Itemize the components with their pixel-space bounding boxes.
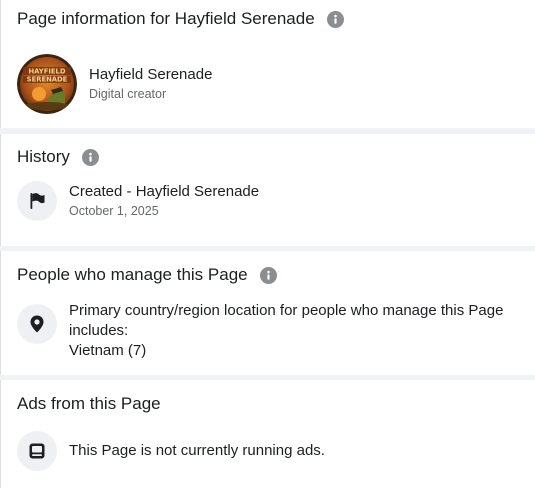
history-item-text: Created - Hayfield Serenade October 1, 2… bbox=[69, 182, 259, 220]
ads-status-item: This Page is not currently running ads. bbox=[17, 431, 325, 471]
page-category: Digital creator bbox=[89, 87, 167, 101]
managers-location-item: Primary country/region location for peop… bbox=[17, 301, 529, 361]
location-pin-icon bbox=[17, 304, 57, 344]
ads-status: This Page is not currently running ads. bbox=[69, 442, 325, 459]
flag-icon bbox=[17, 181, 57, 221]
history-title: History bbox=[17, 147, 70, 166]
info-circle-icon[interactable] bbox=[81, 148, 99, 166]
history-item: Created - Hayfield Serenade October 1, 2… bbox=[17, 181, 259, 221]
info-circle-icon[interactable] bbox=[326, 10, 344, 28]
ads-status-text-wrap: This Page is not currently running ads. bbox=[69, 441, 325, 461]
page-profile: HAYFIELD SERENADE Hayfield Serenade Digi… bbox=[17, 54, 212, 114]
page-name[interactable]: Hayfield Serenade bbox=[89, 65, 212, 85]
managers-heading: People who manage this Page bbox=[17, 265, 277, 285]
managers-title: People who manage this Page bbox=[17, 265, 248, 284]
managers-description: Primary country/region location for peop… bbox=[69, 302, 504, 339]
avatar[interactable]: HAYFIELD SERENADE bbox=[17, 54, 77, 114]
ad-screen-icon bbox=[17, 431, 57, 471]
page-info-heading: Page information for Hayfield Serenade bbox=[17, 9, 344, 29]
page-info-section: Page information for Hayfield Serenade H… bbox=[0, 0, 535, 128]
page-managers-section: People who manage this Page Primary coun… bbox=[0, 251, 535, 375]
history-heading: History bbox=[17, 147, 99, 167]
ads-heading: Ads from this Page bbox=[17, 394, 161, 414]
managers-country: Vietnam (7) bbox=[69, 342, 147, 359]
history-date: October 1, 2025 bbox=[69, 204, 159, 218]
svg-text:HAYFIELD: HAYFIELD bbox=[28, 68, 65, 76]
svg-text:SERENADE: SERENADE bbox=[27, 76, 68, 84]
page-info-title: Page information for Hayfield Serenade bbox=[17, 9, 315, 28]
ads-section: Ads from this Page This Page is not curr… bbox=[0, 380, 535, 488]
info-circle-icon[interactable] bbox=[259, 266, 277, 284]
profile-text: Hayfield Serenade Digital creator bbox=[89, 65, 212, 103]
history-event: Created - Hayfield Serenade bbox=[69, 183, 260, 200]
ads-title: Ads from this Page bbox=[17, 394, 161, 413]
managers-location-text: Primary country/region location for peop… bbox=[69, 301, 529, 361]
history-section: History Created - Hayfield Serenade Octo… bbox=[0, 134, 535, 246]
